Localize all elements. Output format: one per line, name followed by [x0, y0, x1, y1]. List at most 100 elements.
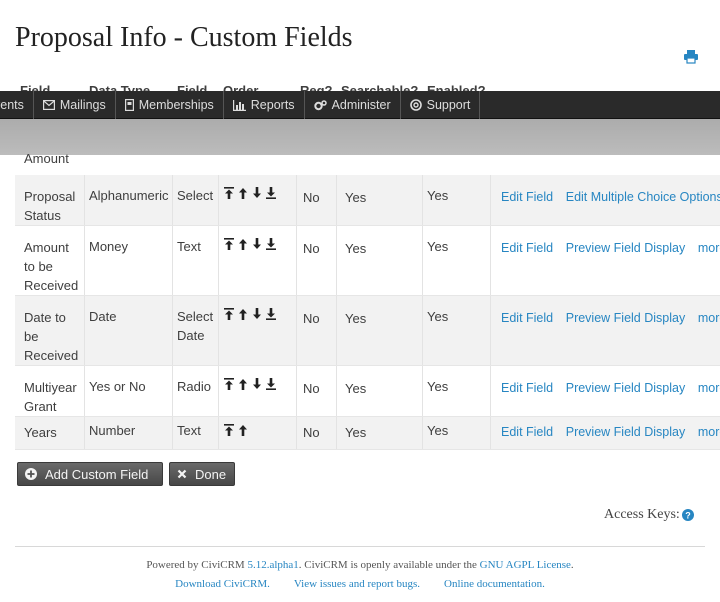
menu-item-reports[interactable]: Reports [224, 91, 305, 119]
preview-field-display-link[interactable]: Preview Field Display [566, 311, 685, 325]
preview-field-display-link[interactable]: Preview Field Display [566, 425, 685, 439]
order-cell [219, 296, 297, 365]
move-up-icon[interactable] [238, 378, 248, 390]
menu-item-label: Memberships [138, 97, 214, 112]
actions-cell: Edit Field Preview Field Display more [491, 417, 720, 449]
field-label-cell: Multiyear Grant [15, 366, 85, 416]
move-down-icon[interactable] [252, 238, 262, 250]
required-cell: No [297, 175, 337, 225]
svg-text:?: ? [685, 511, 691, 521]
field-type-cell: Radio [173, 366, 219, 416]
version-link[interactable]: 5.12.alpha1 [247, 559, 298, 571]
searchable-cell: Yes [337, 175, 423, 225]
order-arrows [224, 238, 296, 250]
enabled-cell: Yes [423, 226, 491, 295]
actions-cell: Edit Field Edit Multiple Choice Options [491, 175, 720, 225]
more-link[interactable]: more [698, 311, 720, 325]
add-custom-field-button[interactable]: Add Custom Field [17, 462, 163, 486]
move-top-icon[interactable] [224, 378, 234, 390]
more-link[interactable]: more [698, 425, 720, 439]
print-icon[interactable] [683, 50, 699, 64]
data-type-cell: Yes or No [85, 366, 173, 416]
data-type-cell: Alphanumeric [85, 175, 173, 225]
move-down-icon[interactable] [252, 308, 262, 320]
envelope-icon [42, 100, 55, 110]
searchable-cell: Yes [337, 417, 423, 449]
move-top-icon[interactable] [224, 308, 234, 320]
order-arrows [224, 308, 296, 320]
order-cell [219, 226, 297, 295]
required-cell: No [297, 226, 337, 295]
partial-row-label: Amount [24, 151, 69, 166]
move-up-icon[interactable] [238, 187, 248, 199]
searchable-cell: Yes [337, 226, 423, 295]
footer-divider [15, 546, 705, 547]
edit-field-link[interactable]: Edit Field [501, 241, 553, 255]
move-bottom-icon[interactable] [266, 308, 276, 320]
table-row: Date to be Received Date Select Date No Yes… [15, 296, 720, 366]
bar-chart-icon [232, 99, 246, 111]
issues-link[interactable]: View issues and report bugs. [294, 578, 420, 590]
more-link[interactable]: more [698, 381, 720, 395]
menu-item-mailings[interactable]: Mailings [34, 91, 116, 119]
move-up-icon[interactable] [238, 238, 248, 250]
menu-item-label: vents [0, 97, 24, 112]
footer-powered-by: Powered by CiviCRM 5.12.alpha1. CiviCRM … [146, 559, 574, 571]
actions-cell: Edit Field Preview Field Display more [491, 226, 720, 295]
menu-item-label: Administer [331, 97, 391, 112]
field-label-cell: Amount to be Received [15, 226, 85, 295]
data-type-cell: Money [85, 226, 173, 295]
enabled-cell: Yes [423, 366, 491, 416]
actions-cell: Edit Field Preview Field Display more [491, 366, 720, 416]
edit-field-link[interactable]: Edit Field [501, 311, 553, 325]
menu-item-administer[interactable]: Administer [305, 91, 401, 119]
field-type-cell: Select Date [173, 296, 219, 365]
move-bottom-icon[interactable] [266, 187, 276, 199]
main-menubar: vents Mailings Memberships Reports Admin… [0, 91, 720, 119]
done-button[interactable]: Done [169, 462, 235, 486]
table-row: Proposal Status Alphanumeric Select No Ye… [15, 175, 720, 226]
table-row: Multiyear Grant Yes or No Radio No Yes Ye… [15, 366, 720, 417]
required-cell: No [297, 366, 337, 416]
menu-item-memberships[interactable]: Memberships [116, 91, 224, 119]
license-link[interactable]: GNU AGPL License [480, 559, 571, 571]
help-icon[interactable]: ? [681, 509, 694, 521]
field-type-cell: Text [173, 417, 219, 449]
edit-field-link[interactable]: Edit Field [501, 190, 553, 204]
id-card-icon [124, 99, 134, 111]
order-cell [219, 175, 297, 225]
edit-field-link[interactable]: Edit Field [501, 381, 553, 395]
preview-field-display-link[interactable]: Preview Field Display [566, 381, 685, 395]
menu-item-events[interactable]: vents [0, 91, 34, 119]
order-arrows [224, 187, 296, 199]
preview-field-display-link[interactable]: Preview Field Display [566, 241, 685, 255]
download-link[interactable]: Download CiviCRM. [175, 578, 270, 590]
move-top-icon[interactable] [224, 187, 234, 199]
move-down-icon[interactable] [252, 187, 262, 199]
page-title: Proposal Info - Custom Fields [15, 22, 353, 53]
menu-item-label: Support [426, 97, 471, 112]
move-up-icon[interactable] [238, 308, 248, 320]
move-bottom-icon[interactable] [266, 378, 276, 390]
move-up-icon[interactable] [238, 424, 248, 436]
footer-links: Download CiviCRM. View issues and report … [0, 578, 720, 590]
menubar-shadow [0, 119, 720, 155]
edit-multiple-choice-options-link[interactable]: Edit Multiple Choice Options [566, 190, 720, 204]
menu-item-label: Reports [250, 97, 295, 112]
documentation-link[interactable]: Online documentation. [444, 578, 545, 590]
edit-field-link[interactable]: Edit Field [501, 425, 553, 439]
move-bottom-icon[interactable] [266, 238, 276, 250]
menu-item-support[interactable]: Support [401, 91, 481, 119]
more-link[interactable]: more [698, 241, 720, 255]
table-row: Years Number Text No Yes Yes Edit Field … [15, 417, 720, 450]
move-top-icon[interactable] [224, 238, 234, 250]
move-down-icon[interactable] [252, 378, 262, 390]
enabled-cell: Yes [423, 175, 491, 225]
close-icon [177, 469, 187, 479]
searchable-cell: Yes [337, 366, 423, 416]
required-cell: No [297, 296, 337, 365]
menu-item-label: Mailings [59, 97, 106, 112]
move-top-icon[interactable] [224, 424, 234, 436]
table-row: Amount to be Received Money Text No Yes Ye… [15, 226, 720, 296]
order-cell [219, 366, 297, 416]
